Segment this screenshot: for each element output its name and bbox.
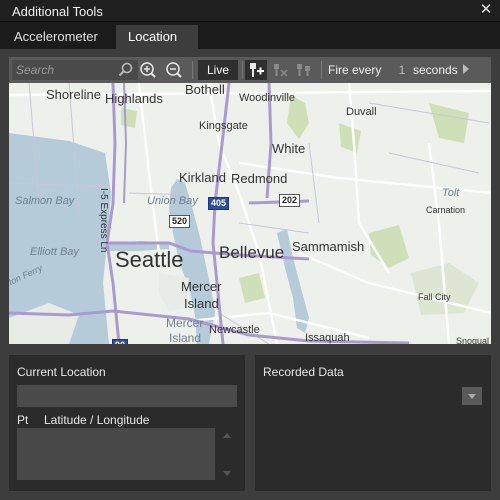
map-city-label: Duvall xyxy=(346,106,377,118)
chevron-down-icon xyxy=(468,394,476,399)
map-water-label: Salmon Bay xyxy=(15,195,75,207)
map-city-label: Newcastle xyxy=(209,324,260,336)
highway-shield: 90 xyxy=(112,339,129,344)
toolbar-divider xyxy=(192,61,193,79)
toolbar-divider xyxy=(242,61,243,79)
tab-strip: Accelerometer Location xyxy=(0,22,500,49)
add-pushpin-icon[interactable] xyxy=(245,60,267,80)
recorded-data-header: Recorded Data xyxy=(263,365,344,379)
map-city-label: Seattle xyxy=(115,247,184,272)
title-bar: Additional Tools ✕ xyxy=(0,0,500,22)
map-city-label: Island xyxy=(169,331,202,344)
highway-shield: 405 xyxy=(208,197,230,210)
map-city-label: Redmond xyxy=(231,171,288,186)
route-icon[interactable] xyxy=(293,60,315,80)
fire-every-label: Fire every xyxy=(328,63,382,77)
current-location-section: Current Location Pt Latitude / Longitude xyxy=(9,355,245,491)
map-city-label: Fall City xyxy=(418,292,451,302)
points-list[interactable] xyxy=(17,428,215,480)
point-column-header: Pt xyxy=(17,413,29,427)
map-city-label: Woodinville xyxy=(239,92,296,104)
map-water-label: Tolt xyxy=(442,187,460,199)
map-city-label: Carnation xyxy=(426,205,466,215)
map-city-label: Bellevue xyxy=(219,243,285,262)
zoom-out-icon[interactable] xyxy=(163,60,185,80)
map-city-label: Bothell xyxy=(185,83,225,97)
map-city-label: Mercer xyxy=(166,316,204,330)
map-city-label: Island xyxy=(184,296,219,311)
map-graphics xyxy=(9,83,491,344)
toolbar-divider xyxy=(321,61,322,79)
zoom-in-icon[interactable] xyxy=(137,60,159,80)
map-city-label: Issaquah xyxy=(305,332,350,344)
location-panel: Live Fire every 1 seconds xyxy=(0,49,500,500)
map-view[interactable]: Shoreline Highlands Bothell Woodinville … xyxy=(9,83,491,344)
tab-accelerometer[interactable]: Accelerometer xyxy=(2,25,112,49)
seconds-label: seconds xyxy=(413,63,458,77)
highway-shield: 520 xyxy=(169,215,191,228)
latlong-column-header: Latitude / Longitude xyxy=(44,413,150,427)
map-city-label: Mercer xyxy=(181,279,222,294)
search-input[interactable] xyxy=(13,61,113,79)
map-city-label: Highlands xyxy=(105,91,163,106)
map-road-label: I-5 Express Ln xyxy=(98,188,109,253)
map-city-label: Snoqual xyxy=(456,336,490,344)
recorded-data-dropdown[interactable] xyxy=(462,387,482,405)
clear-pushpins-icon[interactable] xyxy=(269,60,291,80)
scroll-up-icon[interactable] xyxy=(223,433,231,438)
search-icon[interactable] xyxy=(117,62,135,78)
close-icon[interactable]: ✕ xyxy=(478,1,494,19)
tab-location[interactable]: Location xyxy=(116,25,198,49)
map-water-label: Elliott Bay xyxy=(30,246,79,258)
map-city-label: Sammamish xyxy=(292,239,365,254)
live-button[interactable]: Live xyxy=(198,60,238,80)
map-city-label: White xyxy=(272,141,306,156)
search-box xyxy=(12,60,138,80)
map-city-label: Shoreline xyxy=(46,87,101,102)
play-icon[interactable] xyxy=(463,64,469,74)
map-city-label: Kingsgate xyxy=(199,120,248,132)
scroll-down-icon[interactable] xyxy=(223,471,231,476)
current-location-field[interactable] xyxy=(17,385,237,407)
recorded-data-section: Recorded Data xyxy=(255,355,491,491)
map-toolbar: Live Fire every 1 seconds xyxy=(9,57,491,83)
map-city-label: Kirkland xyxy=(179,170,226,185)
map-water-label: Union Bay xyxy=(147,195,198,207)
current-location-header: Current Location xyxy=(17,365,106,379)
highway-shield: 202 xyxy=(279,194,301,207)
window-title: Additional Tools xyxy=(12,4,103,19)
